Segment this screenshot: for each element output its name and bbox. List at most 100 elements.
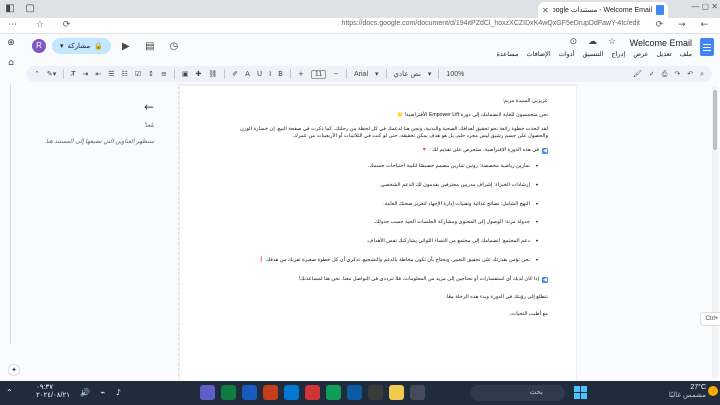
clock-date: ٢٠٢٤/٠٨/٢١ (36, 392, 70, 400)
style-select[interactable]: نص عادي (394, 70, 421, 78)
zoom-icon[interactable]: ⊕ (5, 38, 17, 50)
start-button[interactable] (574, 386, 587, 399)
play-icon: ◀ (542, 276, 548, 283)
keyboard-hint-badge: Ctrl+ (700, 312, 720, 326)
print-icon[interactable]: ⎙ (662, 70, 668, 79)
outlook-icon[interactable] (284, 385, 299, 400)
taskbar-apps (200, 385, 425, 400)
file-explorer-icon[interactable] (389, 385, 404, 400)
store-icon[interactable] (368, 385, 383, 400)
excel-icon[interactable] (221, 385, 236, 400)
font-size-increase-icon[interactable]: + (298, 70, 304, 78)
zoom-select[interactable]: 100% (446, 71, 464, 78)
edge-icon[interactable] (347, 385, 362, 400)
font-select[interactable]: Arial (354, 71, 368, 78)
scrollbar-thumb[interactable] (713, 90, 717, 150)
teams-icon[interactable] (200, 385, 215, 400)
clear-format-icon[interactable]: T̸ (71, 70, 75, 78)
powerpoint-icon[interactable] (263, 385, 278, 400)
close-tab-icon[interactable]: ✕ (542, 6, 549, 15)
mcafee-icon[interactable] (305, 385, 320, 400)
list-item: النهج الشامل: نصائح غذائية وتقنيات إدارة… (230, 201, 548, 210)
avatar[interactable]: R (32, 39, 46, 53)
chevron-down-icon: ▾ (60, 43, 64, 50)
comment-add-icon[interactable]: ✚ (196, 70, 202, 78)
redo-icon[interactable]: ↷ (674, 70, 680, 78)
browser-tab[interactable]: Welcome Email - مستندات Google ✕ (538, 2, 668, 18)
title-actions-icons[interactable]: ⊙ ☁ ☆ (570, 37, 620, 47)
search-icon[interactable]: ⌕ (700, 70, 704, 79)
paint-format-icon[interactable]: 🖌 (633, 70, 642, 78)
tab-title: Welcome Email - مستندات Google (552, 7, 652, 14)
menu-view[interactable]: عرض (633, 50, 648, 58)
indent-icon[interactable]: ⇥ (83, 70, 89, 78)
font-size-decrease-icon[interactable]: − (333, 70, 339, 78)
system-tray-icons[interactable]: 🔊 ⌁ ♪ (80, 388, 125, 397)
vertical-scrollbar[interactable] (712, 86, 718, 378)
bullet-list-icon[interactable]: ☷ (122, 70, 128, 78)
spellcheck-icon[interactable]: ✓ (649, 70, 655, 78)
chrome-icon[interactable] (326, 385, 341, 400)
menu-format[interactable]: التنسيق (582, 50, 603, 58)
align-icon[interactable]: ≡ (161, 70, 167, 78)
taskbar-search[interactable]: بحث (470, 385, 565, 401)
chevron-down-icon[interactable]: ▾ (375, 70, 379, 78)
weather-widget[interactable]: 27°C مشمس غالبًا (669, 384, 706, 401)
underline-icon[interactable]: U (257, 70, 262, 78)
menu-file[interactable]: ملف (680, 50, 692, 58)
outdent-icon[interactable]: ⇤ (95, 70, 101, 78)
menu-tools[interactable]: أدوات (559, 50, 575, 58)
tab-switcher-icon[interactable]: ▢ (24, 3, 36, 15)
window-menu-icon[interactable]: ◧ (4, 3, 16, 15)
document-body[interactable]: عزيزتي السيدة مريم: نحن متحمسون للغاية ل… (230, 98, 548, 325)
font-size-field[interactable]: 11 (310, 69, 327, 79)
taskbar-clock[interactable]: ٠٩:٣٧ ٢٠٢٤/٠٨/٢١ (36, 384, 70, 401)
browser-actions-icons[interactable]: ⋯ ☆ ⟳ (8, 20, 78, 30)
list-heading: في هذه الدورة الافتراضية، ستحرص على تقدي… (421, 147, 539, 154)
numbered-list-icon[interactable]: ☰ (108, 70, 114, 78)
bold-icon[interactable]: B (278, 70, 283, 78)
url-field[interactable]: https://docs.google.com/document/d/194it… (341, 20, 640, 27)
text-color-icon[interactable]: A (245, 70, 250, 78)
share-button[interactable]: ▾ مشاركة 🔒 (52, 38, 111, 54)
list-item: إرشادات الخبراء: إشراف مدربين محترفين يق… (230, 182, 548, 191)
menu-edit[interactable]: تعديل (657, 50, 672, 58)
image-icon[interactable]: ▣ (182, 70, 189, 78)
divider (224, 69, 226, 79)
doc-title[interactable]: Welcome Email (630, 38, 692, 48)
share-label: مشاركة (67, 43, 91, 50)
outline-title: مُعدّ (144, 123, 154, 129)
italic-icon[interactable]: I (269, 70, 271, 78)
chevron-down-icon[interactable]: ▾ (428, 70, 432, 78)
menu-help[interactable]: مساعدة (497, 50, 519, 58)
navigation-icons[interactable]: ⟳ → ← (656, 20, 714, 30)
divider (385, 69, 387, 79)
collapse-icon[interactable]: ⌃ (34, 70, 40, 78)
undo-icon[interactable]: ↶ (687, 70, 693, 78)
comments-icon[interactable]: ▤ (141, 41, 159, 52)
looking-forward-paragraph: نتطلع إلى رؤيتك في الدورة وبدء هذه الرحل… (445, 293, 548, 300)
window-controls[interactable]: — ▢ ✕ (691, 2, 718, 11)
home-icon[interactable]: ⌂ (5, 58, 17, 70)
menu-insert[interactable]: إدراج (611, 50, 625, 58)
document-page[interactable]: عزيزتي السيدة مريم: نحن متحمسون للغاية ل… (180, 86, 576, 382)
edit-mode-icon[interactable]: ✎▾ (47, 70, 56, 78)
weather-condition: مشمس غالبًا (668, 392, 706, 400)
chevron-up-icon[interactable]: ⌃ (6, 388, 13, 397)
highlight-icon[interactable]: ✐ (232, 70, 238, 78)
divider (173, 69, 175, 79)
video-call-icon[interactable]: ▶ (117, 41, 135, 52)
arrow-back-icon[interactable]: ← (144, 100, 154, 114)
menu-extensions[interactable]: الإضافات (526, 50, 550, 58)
word-icon[interactable] (242, 385, 257, 400)
list-item: نحن نؤمن بقدرتك على تحقيق التغيير، ونحتا… (230, 257, 548, 266)
history-icon[interactable]: ◷ (165, 41, 183, 52)
clock-time: ٠٩:٣٧ (36, 384, 53, 391)
checklist-icon[interactable]: ☑ (135, 70, 141, 78)
line-spacing-icon[interactable]: ↕ (148, 70, 154, 78)
play-icon: ◀ (542, 148, 548, 155)
docs-logo-icon[interactable] (700, 38, 714, 56)
link-icon[interactable]: ⛓ (208, 70, 217, 78)
task-view-icon[interactable] (410, 385, 425, 400)
lock-icon: 🔒 (94, 43, 103, 50)
